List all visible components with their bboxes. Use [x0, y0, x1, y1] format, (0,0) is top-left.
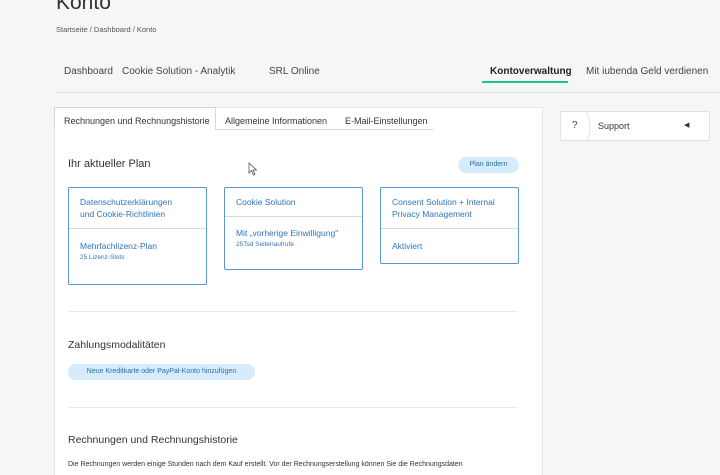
plan-card-title: Datenschutzerklärungen und Cookie-Richtl… — [80, 196, 172, 220]
plan-card-title: Cookie Solution — [236, 197, 296, 207]
add-payment-method-button[interactable]: Neue Kreditkarte oder PayPal-Konto hinzu… — [68, 364, 255, 380]
plan-card-title-line: und Cookie-Richtlinien — [80, 209, 166, 219]
plan-card-title-line: Datenschutzerklärungen — [80, 197, 173, 207]
plan-card-consent-solution[interactable]: Consent Solution + Internal Privacy Mana… — [380, 187, 519, 264]
tab-email-settings[interactable]: E-Mail-Einstellungen — [345, 116, 428, 126]
active-nav-indicator — [482, 81, 568, 83]
section-divider — [68, 407, 518, 408]
plan-card-subtitle: Mehrfachlizenz-Plan — [80, 241, 158, 251]
plan-card-title: Consent Solution + Internal Privacy Mana… — [392, 196, 495, 220]
nav-account-management[interactable]: Kontoverwaltung — [490, 66, 572, 77]
nav-cookie-solution-analytics[interactable]: Cookie Solution - Analytik — [122, 66, 235, 77]
invoices-description: Die Rechnungen werden einige Stunden nac… — [68, 461, 463, 468]
nav-srl-online[interactable]: SRL Online — [269, 66, 320, 77]
plan-card-cookie-solution[interactable]: Cookie Solution Mit „vorherige Einwillig… — [224, 187, 363, 270]
plan-card-detail: 25Tsd Seitenaufrufe — [236, 241, 294, 248]
plan-card-privacy[interactable]: Datenschutzerklärungen und Cookie-Richtl… — [68, 187, 207, 285]
support-label: Support — [598, 121, 630, 131]
caret-left-icon: ◀ — [684, 122, 690, 129]
plan-card-separator — [225, 216, 362, 217]
plan-card-separator — [69, 228, 206, 229]
plan-card-title-line: Privacy Management — [392, 209, 472, 219]
plan-card-subtitle: Mit „vorherige Einwilligung" — [236, 228, 339, 238]
nav-earn-money[interactable]: Mit iubenda Geld verdienen — [586, 66, 708, 77]
section-divider — [68, 311, 518, 312]
support-panel-toggle[interactable]: ? Support ◀ — [560, 111, 710, 142]
page-title: Konto — [56, 0, 111, 14]
help-icon: ? — [572, 120, 578, 131]
nav-dashboard[interactable]: Dashboard — [64, 66, 113, 77]
mouse-cursor-icon — [248, 162, 258, 176]
plan-card-separator — [381, 228, 518, 229]
tab-invoices[interactable]: Rechnungen und Rechnungshistorie — [64, 116, 210, 126]
tab-general-info[interactable]: Allgemeine Informationen — [225, 116, 327, 126]
plan-card-detail: 25 Lizenz-Slots — [80, 254, 125, 261]
plan-card-title-line: Consent Solution + Internal — [392, 197, 495, 207]
breadcrumb[interactable]: Startseite / Dashboard / Konto — [56, 25, 156, 34]
plan-card-subtitle: Aktiviert — [392, 241, 423, 251]
payment-methods-title: Zahlungsmodalitäten — [68, 339, 166, 351]
invoices-section-title: Rechnungen und Rechnungshistorie — [68, 434, 238, 446]
change-plan-button[interactable]: Plan ändern — [458, 157, 519, 173]
current-plan-title: Ihr aktueller Plan — [68, 158, 151, 170]
tabs-baseline — [216, 129, 433, 130]
support-divider-curve — [585, 112, 591, 142]
nav-divider — [56, 92, 720, 93]
